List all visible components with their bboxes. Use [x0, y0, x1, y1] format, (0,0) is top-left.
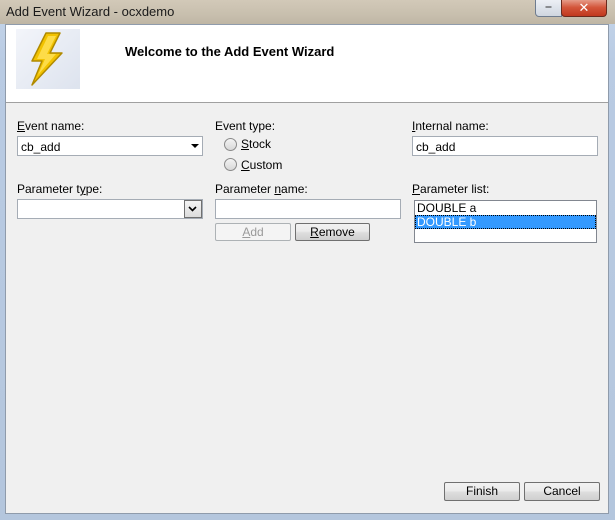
parameter-name-input[interactable] [215, 199, 401, 219]
window-title: Add Event Wizard - ocxdemo [6, 4, 175, 19]
chevron-down-icon [188, 206, 197, 212]
event-name-label: Event name: [17, 119, 85, 133]
wizard-header: Welcome to the Add Event Wizard [6, 25, 608, 103]
wizard-dialog: Welcome to the Add Event Wizard Event na… [5, 24, 609, 514]
parameter-list-label: Parameter list: [412, 182, 490, 196]
internal-name-input[interactable]: cb_add [412, 136, 598, 156]
close-icon: ✕ [578, 0, 590, 15]
minimize-icon: ⎯ [545, 0, 552, 13]
cancel-button[interactable]: Cancel [524, 482, 600, 501]
radio-stock-label[interactable]: Stock [241, 137, 271, 151]
internal-name-label: Internal name: [412, 119, 489, 133]
title-bar[interactable]: Add Event Wizard - ocxdemo ⎯ ✕ [0, 0, 615, 24]
parameter-type-combobox[interactable] [17, 199, 203, 219]
radio-stock[interactable] [224, 138, 237, 151]
chevron-down-icon[interactable] [191, 144, 199, 148]
parameter-listbox[interactable]: DOUBLE a DOUBLE b [414, 200, 597, 243]
radio-custom-label[interactable]: Custom [241, 158, 282, 172]
event-name-combobox[interactable]: cb_add [17, 136, 203, 156]
event-type-label: Event type: [215, 119, 276, 133]
internal-name-value: cb_add [416, 140, 456, 154]
parameter-type-label: Parameter type: [17, 182, 103, 196]
finish-button[interactable]: Finish [444, 482, 520, 501]
parameter-name-label: Parameter name: [215, 182, 308, 196]
lightning-bolt-icon [16, 29, 80, 89]
parameter-type-dropdown-button[interactable] [184, 200, 202, 218]
list-item[interactable]: DOUBLE b [415, 215, 596, 229]
welcome-heading: Welcome to the Add Event Wizard [125, 44, 335, 59]
remove-button[interactable]: Remove [295, 223, 370, 241]
add-button[interactable]: Add [215, 223, 291, 241]
close-button[interactable]: ✕ [561, 0, 607, 17]
minimize-button[interactable]: ⎯ [535, 0, 562, 17]
list-item[interactable]: DOUBLE a [415, 201, 596, 215]
radio-custom[interactable] [224, 158, 237, 171]
event-name-value: cb_add [21, 140, 61, 154]
